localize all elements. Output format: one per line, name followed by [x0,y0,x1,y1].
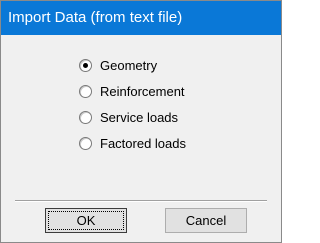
radio-button-icon[interactable] [79,136,92,150]
dialog-title: Import Data (from text file) [1,1,281,35]
ok-button-label: OK [76,213,96,228]
radio-option-reinforcement[interactable]: Reinforcement [79,81,185,101]
import-data-dialog: Import Data (from text file) Geometry Re… [0,0,282,243]
radio-option-geometry[interactable]: Geometry [79,55,157,75]
cancel-button[interactable]: Cancel [165,208,247,233]
separator-line [15,200,267,202]
radio-option-factored-loads[interactable]: Factored loads [79,133,186,153]
radio-selected-dot [83,62,88,68]
radio-button-icon[interactable] [79,84,92,98]
import-type-radio-group: Geometry Reinforcement Service loads Fac… [1,35,281,200]
radio-button-icon[interactable] [79,110,92,124]
radio-button-icon[interactable] [79,58,92,72]
radio-label-reinforcement: Reinforcement [100,83,185,99]
ok-button[interactable]: OK [45,208,127,233]
radio-label-geometry: Geometry [100,57,158,73]
radio-label-service-loads: Service loads [100,109,179,125]
radio-option-service-loads[interactable]: Service loads [79,107,178,127]
radio-label-factored-loads: Factored loads [100,135,186,151]
